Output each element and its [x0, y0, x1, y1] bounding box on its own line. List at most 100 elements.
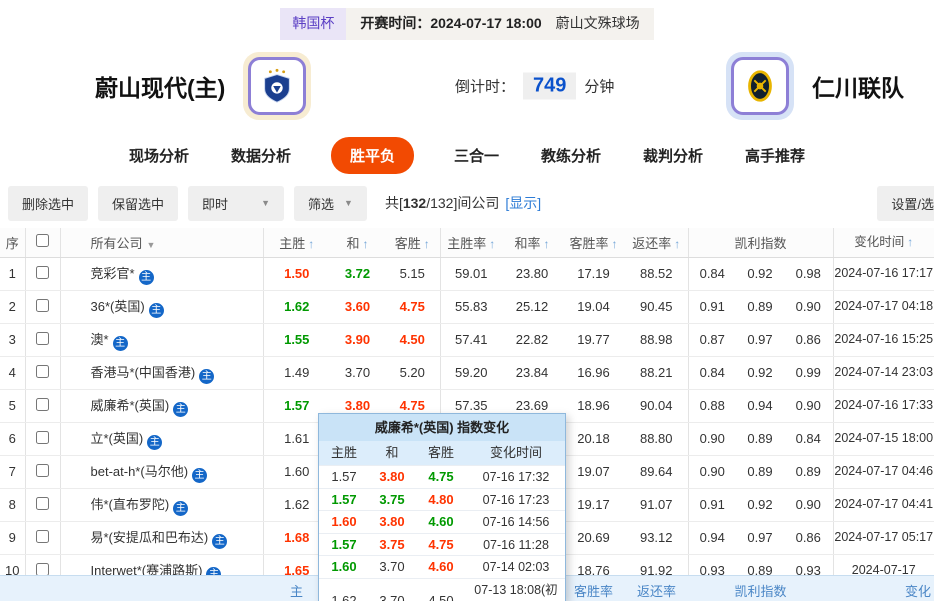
- cell-checkbox: [25, 323, 60, 356]
- cell-away-rate: 19.07: [562, 455, 625, 488]
- cell-company[interactable]: 伟*(直布罗陀)主: [60, 488, 263, 521]
- home-badge-icon[interactable]: 主: [113, 336, 128, 351]
- table-row: 1 竞彩官*主 1.50 3.72 5.15 59.01 23.80 17.19…: [0, 257, 934, 290]
- footer-return-rate-label: 返还率: [625, 581, 688, 600]
- tab-coach-analysis[interactable]: 教练分析: [539, 137, 603, 174]
- popup-row: 1.57 3.75 4.80 07-16 17:23: [319, 488, 565, 511]
- tab-three-in-one[interactable]: 三合一: [452, 137, 501, 174]
- cell-company[interactable]: 36*(英国)主: [60, 290, 263, 323]
- tab-expert-recommend[interactable]: 高手推荐: [743, 137, 807, 174]
- keep-selected-button[interactable]: 保留选中: [98, 186, 178, 221]
- cell-away-rate: 19.17: [562, 488, 625, 521]
- header-home-odds[interactable]: 主胜↑: [263, 228, 330, 257]
- header-draw-rate[interactable]: 和率↑: [502, 228, 562, 257]
- cell-company[interactable]: 威廉希*(英国)主: [60, 389, 263, 422]
- cell-kelly-away: 0.90: [784, 488, 833, 521]
- cell-kelly-away: 0.90: [784, 389, 833, 422]
- popup-title: 威廉希*(英国) 指数变化: [319, 414, 565, 441]
- header-draw-odds[interactable]: 和↑: [330, 228, 385, 257]
- header-away-rate[interactable]: 客胜率↑: [562, 228, 625, 257]
- popup-header-row: 主胜 和 客胜 变化时间: [319, 441, 565, 465]
- home-badge-icon[interactable]: 主: [173, 402, 188, 417]
- cell-kelly-home: 0.84: [688, 356, 736, 389]
- cell-return-rate: 88.21: [625, 356, 688, 389]
- home-badge-icon[interactable]: 主: [173, 501, 188, 516]
- cell-kelly-draw: 0.97: [736, 521, 784, 554]
- odds-mode-dropdown[interactable]: 即时 ▼: [188, 186, 284, 221]
- delete-selected-button[interactable]: 删除选中: [8, 186, 88, 221]
- row-checkbox[interactable]: [36, 266, 49, 279]
- select-all-checkbox[interactable]: [36, 234, 49, 247]
- header-home-rate[interactable]: 主胜率↑: [440, 228, 502, 257]
- home-team-crest-icon: [248, 57, 306, 115]
- home-team: 蔚山现代(主): [95, 52, 311, 120]
- cell-kelly-home: 0.90: [688, 455, 736, 488]
- home-badge-icon[interactable]: 主: [147, 435, 162, 450]
- tab-win-draw-lose[interactable]: 胜平负: [331, 137, 414, 174]
- cell-seq: 9: [0, 521, 25, 554]
- sort-asc-icon: ↑: [489, 237, 495, 251]
- home-badge-icon[interactable]: 主: [149, 303, 164, 318]
- table-toolbar: 删除选中 保留选中 即时 ▼ 筛选 ▼ 共[132/132]间公司[显示] 设置…: [0, 178, 934, 228]
- cell-seq: 4: [0, 356, 25, 389]
- home-badge-icon[interactable]: 主: [192, 468, 207, 483]
- cell-change-time: 2024-07-16 17:33: [833, 389, 934, 422]
- row-checkbox[interactable]: [36, 398, 49, 411]
- popup-row: 1.57 3.75 4.75 07-16 11:28: [319, 533, 565, 556]
- tab-live-analysis[interactable]: 现场分析: [127, 137, 191, 174]
- cell-company[interactable]: 立*(英国)主: [60, 422, 263, 455]
- header-change-time[interactable]: 变化时间↑: [833, 228, 934, 257]
- row-checkbox[interactable]: [36, 497, 49, 510]
- cell-kelly-away: 0.84: [784, 422, 833, 455]
- sort-asc-icon: ↑: [308, 237, 314, 251]
- home-team-name: 蔚山现代(主): [95, 69, 225, 103]
- header-kelly: 凯利指数: [688, 228, 833, 257]
- cell-return-rate: 89.64: [625, 455, 688, 488]
- header-away-odds[interactable]: 客胜↑: [385, 228, 440, 257]
- sort-asc-icon: ↑: [363, 237, 369, 251]
- cell-kelly-home: 0.91: [688, 488, 736, 521]
- cell-kelly-draw: 0.89: [736, 290, 784, 323]
- cell-checkbox: [25, 488, 60, 521]
- sort-asc-icon: ↑: [424, 237, 430, 251]
- row-checkbox[interactable]: [36, 365, 49, 378]
- show-link[interactable]: [显示]: [505, 195, 541, 211]
- away-team-crest-icon: [731, 57, 789, 115]
- home-badge-icon[interactable]: 主: [139, 270, 154, 285]
- cell-company[interactable]: 易*(安提瓜和巴布达)主: [60, 521, 263, 554]
- row-checkbox[interactable]: [36, 332, 49, 345]
- table-row: 2 36*(英国)主 1.62 3.60 4.75 55.83 25.12 19…: [0, 290, 934, 323]
- cell-seq: 1: [0, 257, 25, 290]
- tab-data-analysis[interactable]: 数据分析: [229, 137, 293, 174]
- cell-change-time: 2024-07-17 04:41: [833, 488, 934, 521]
- home-badge-icon[interactable]: 主: [199, 369, 214, 384]
- header-return-rate[interactable]: 返还率↑: [625, 228, 688, 257]
- settings-button[interactable]: 设置/选: [877, 186, 934, 221]
- cell-company[interactable]: bet-at-h*(马尔他)主: [60, 455, 263, 488]
- cell-kelly-away: 0.86: [784, 521, 833, 554]
- cell-home-odds: 1.55: [263, 323, 330, 356]
- cell-draw-rate: 22.82: [502, 323, 562, 356]
- tab-referee-analysis[interactable]: 裁判分析: [641, 137, 705, 174]
- row-checkbox[interactable]: [36, 464, 49, 477]
- top-info-bar: 韩国杯 开赛时间：2024-07-17 18:00 蔚山文殊球场: [0, 0, 934, 40]
- cell-away-rate: 20.18: [562, 422, 625, 455]
- cell-draw-rate: 23.80: [502, 257, 562, 290]
- cell-return-rate: 91.07: [625, 488, 688, 521]
- cell-company[interactable]: 竞彩官*主: [60, 257, 263, 290]
- row-checkbox[interactable]: [36, 563, 49, 576]
- cell-away-rate: 19.04: [562, 290, 625, 323]
- cell-checkbox: [25, 290, 60, 323]
- cell-company[interactable]: 澳*主: [60, 323, 263, 356]
- row-checkbox[interactable]: [36, 431, 49, 444]
- row-checkbox[interactable]: [36, 530, 49, 543]
- filter-dropdown[interactable]: 筛选 ▼: [294, 186, 367, 221]
- cell-company[interactable]: 香港马*(中国香港)主: [60, 356, 263, 389]
- cell-kelly-away: 0.90: [784, 290, 833, 323]
- row-checkbox[interactable]: [36, 299, 49, 312]
- home-badge-icon[interactable]: 主: [212, 534, 227, 549]
- header-company[interactable]: 所有公司▼: [60, 228, 263, 257]
- cell-return-rate: 93.12: [625, 521, 688, 554]
- cell-draw-rate: 25.12: [502, 290, 562, 323]
- cell-kelly-draw: 0.92: [736, 356, 784, 389]
